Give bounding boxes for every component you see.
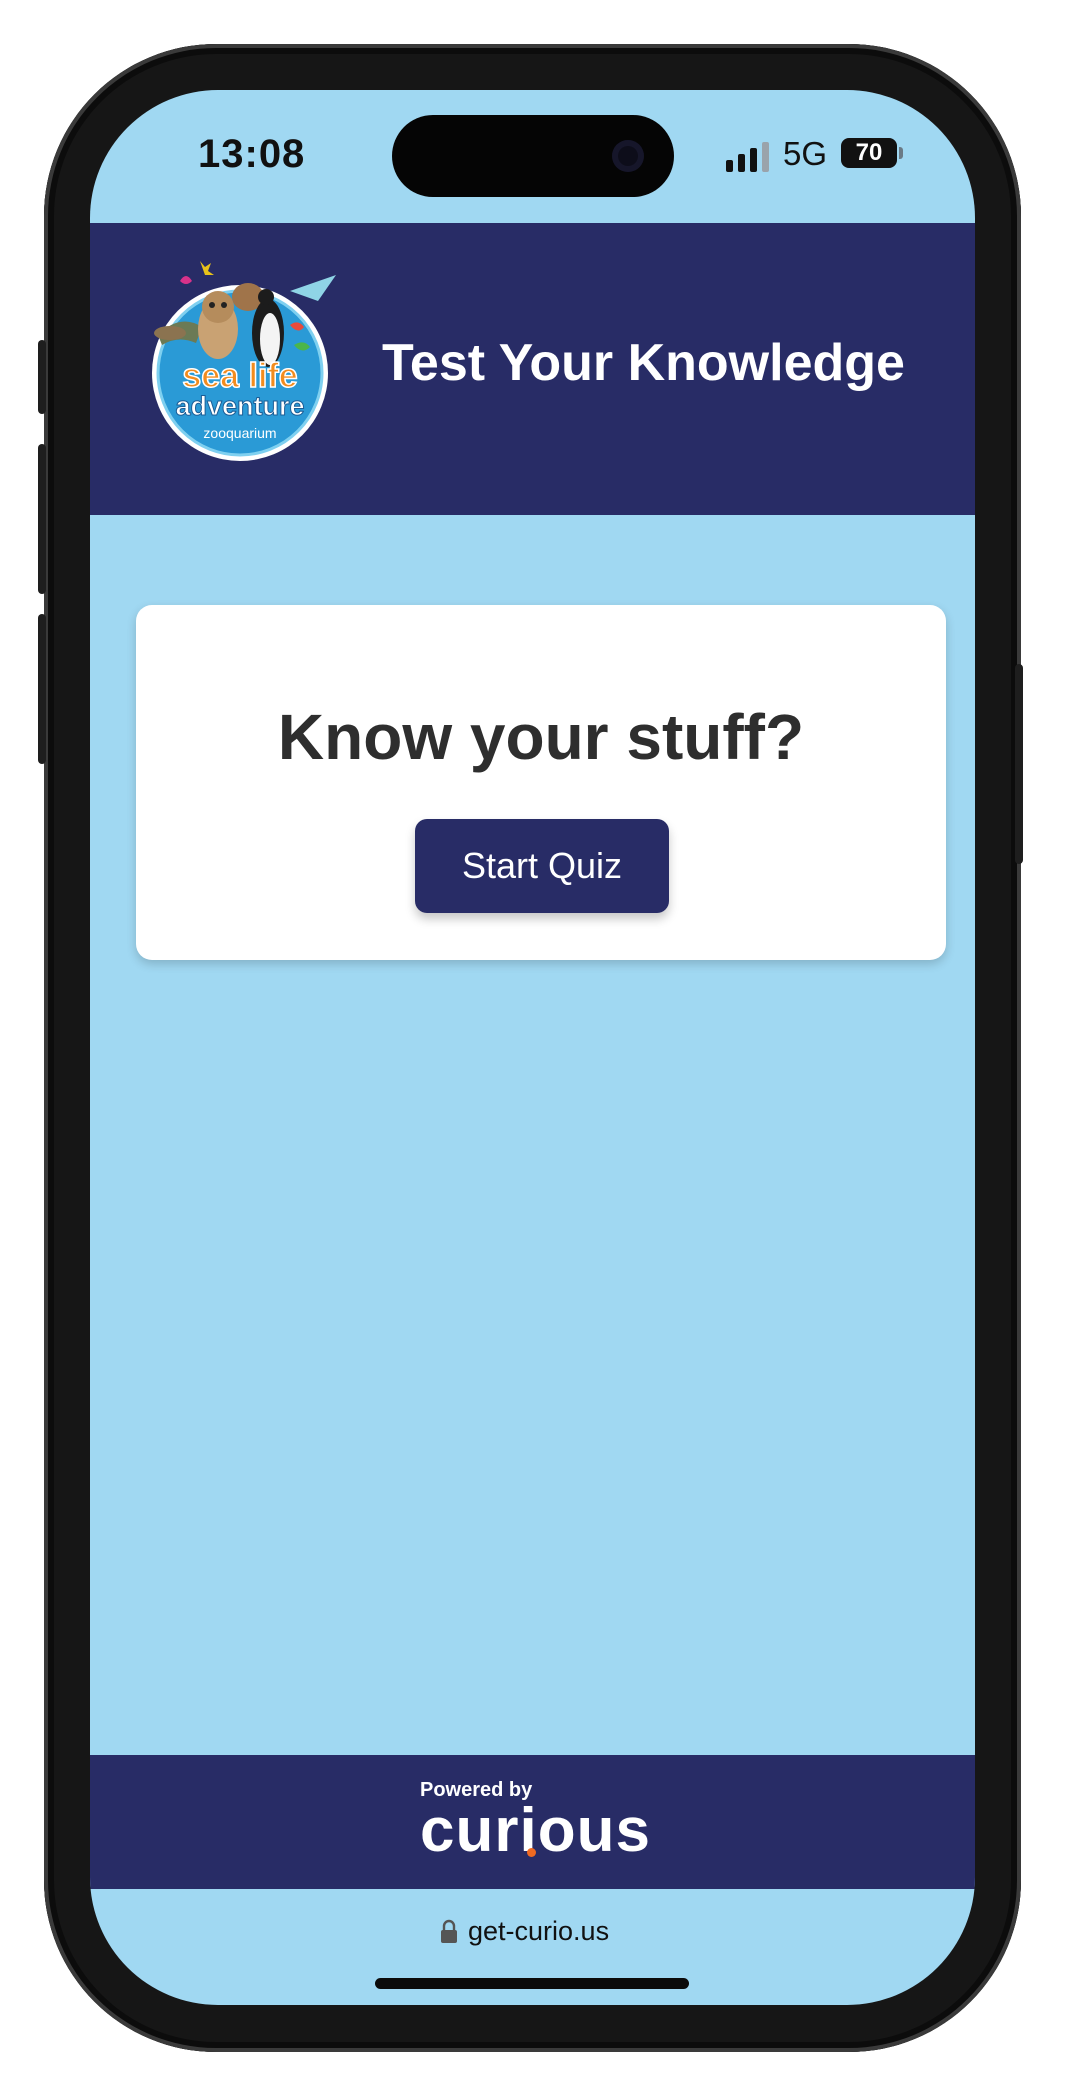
battery-icon: 70	[841, 138, 897, 168]
action-button	[38, 340, 46, 414]
curious-logo: curious	[420, 1796, 651, 1865]
volume-down-button	[38, 614, 46, 764]
start-quiz-button[interactable]: Start Quiz	[415, 819, 669, 913]
status-bar: 13:08 5G 70	[90, 90, 975, 223]
signal-icon	[726, 142, 769, 172]
power-button	[1015, 664, 1023, 864]
page-title: Test Your Knowledge	[382, 334, 905, 392]
dynamic-island	[392, 115, 674, 197]
logo-text-line3: zooquarium	[203, 425, 276, 441]
lock-icon	[441, 1919, 457, 1943]
status-time: 13:08	[198, 132, 306, 176]
url-text: get-curio.us	[468, 1916, 610, 1946]
home-indicator[interactable]	[375, 1978, 689, 1989]
app-header: sea life adventure zooquarium Test Your …	[90, 223, 975, 515]
sealife-logo: sea life adventure zooquarium	[152, 261, 336, 461]
curious-logo-dot	[527, 1848, 536, 1857]
battery-tip	[899, 147, 903, 159]
quiz-intro-card: Know your stuff? Start Quiz	[136, 605, 946, 960]
powered-by-footer[interactable]: Powered by curious	[90, 1755, 975, 1889]
screen: 13:08 5G 70 sea life adventure zooquariu…	[90, 90, 975, 2005]
camera-icon	[612, 140, 644, 172]
network-label: 5G	[783, 135, 828, 172]
card-heading: Know your stuff?	[277, 701, 805, 773]
logo-text-line2: adventure	[175, 391, 304, 421]
logo-text-line1: sea life	[182, 357, 297, 395]
volume-up-button	[38, 444, 46, 594]
